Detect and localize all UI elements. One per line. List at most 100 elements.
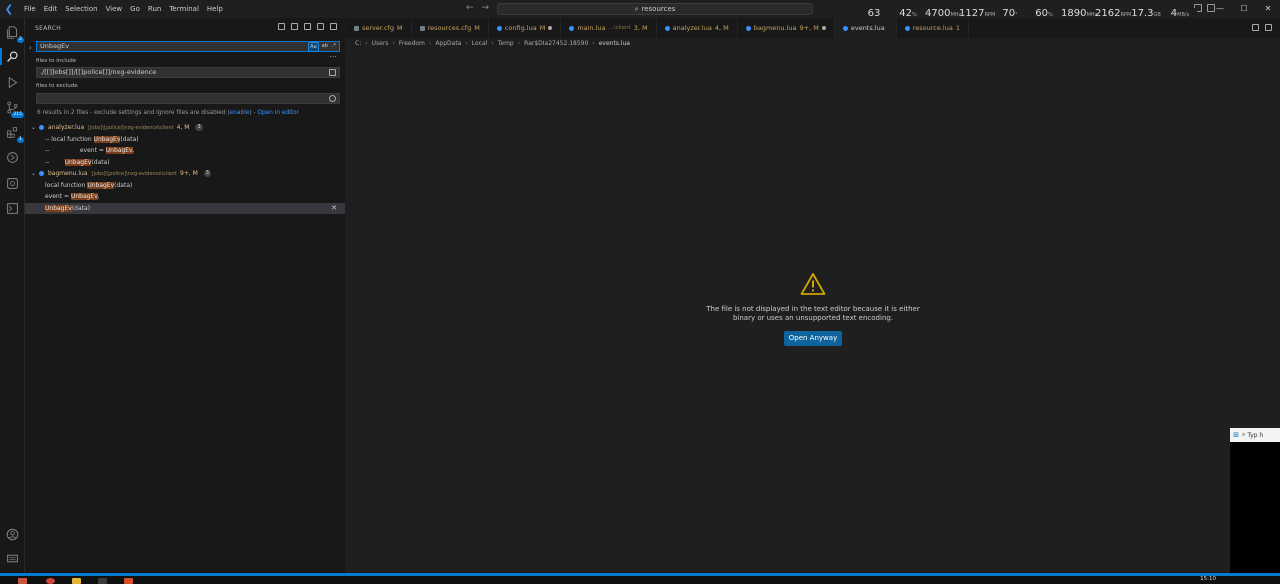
- source-control-icon[interactable]: 215: [4, 99, 24, 118]
- taskbar-app-icon[interactable]: [18, 578, 27, 584]
- more-actions-icon[interactable]: [1265, 24, 1272, 31]
- menu-file[interactable]: File: [20, 5, 40, 13]
- regex-toggle[interactable]: .*: [331, 42, 337, 52]
- dismiss-result-close-icon[interactable]: ✕: [331, 204, 337, 212]
- only-open-editors-icon[interactable]: [329, 69, 336, 76]
- dirty-indicator-icon[interactable]: [821, 26, 826, 30]
- forward-arrow-icon[interactable]: →: [482, 3, 490, 13]
- remote-explorer-icon[interactable]: [4, 175, 21, 192]
- result-file-status: 9+, M: [179, 170, 198, 178]
- chevron-down-icon[interactable]: ⌄: [31, 124, 39, 131]
- taskbar-clock: 15:10: [1200, 576, 1216, 582]
- close-icon[interactable]: ✕: [1256, 0, 1280, 18]
- use-exclude-settings-icon[interactable]: [329, 95, 336, 102]
- back-arrow-icon[interactable]: ←: [466, 3, 474, 13]
- tab-analyzer-lua[interactable]: analyzer.lua 4, M: [657, 18, 738, 38]
- editor-tabs: server.cfg M resources.cfg M config.lua M m…: [346, 18, 1280, 38]
- result-match-row[interactable]: -- UnbagEv (data): [25, 157, 345, 169]
- view-as-tree-icon[interactable]: [317, 23, 324, 30]
- windows-logo-icon: ⊞: [1233, 431, 1239, 439]
- result-match-row[interactable]: -- event = UnbagEv,: [25, 145, 345, 157]
- search-input[interactable]: UnbagEv Aa ab .*: [36, 41, 340, 52]
- manage-gear-icon[interactable]: [4, 550, 21, 567]
- tab-server-cfg[interactable]: server.cfg M: [346, 18, 412, 38]
- open-anyway-button[interactable]: Open Anyway: [784, 331, 842, 346]
- taskbar-app-icon[interactable]: [124, 578, 133, 584]
- minimize-icon[interactable]: —: [1208, 0, 1232, 18]
- enable-link[interactable]: enable: [230, 110, 250, 116]
- tab-label: bagmenu.lua: [753, 24, 797, 32]
- tab-label: resource.lua: [912, 24, 953, 32]
- breadcrumb-item[interactable]: Freedom: [399, 40, 425, 47]
- split-editor-icon[interactable]: [1252, 24, 1259, 31]
- tab-status: 9+, M: [799, 24, 819, 32]
- tab-main-lua[interactable]: main.lua ...\client 3, M: [561, 18, 657, 38]
- result-match-row[interactable]: -- local function UnbagEv (data): [25, 134, 345, 146]
- tab-resources-cfg[interactable]: resources.cfg M: [412, 18, 489, 38]
- dirty-indicator-icon[interactable]: [548, 26, 553, 30]
- extensions-icon[interactable]: 1: [4, 124, 24, 143]
- menu-selection[interactable]: Selection: [61, 5, 101, 13]
- breadcrumb-item[interactable]: Temp: [498, 40, 514, 47]
- tab-resource-lua[interactable]: resource.lua 1: [897, 18, 969, 38]
- tab-label: resources.cfg: [427, 24, 472, 32]
- menu-run[interactable]: Run: [144, 5, 165, 13]
- command-center[interactable]: ⌕ resources: [497, 3, 813, 15]
- result-count-badge: 3: [195, 124, 203, 132]
- terminal-view-icon[interactable]: [4, 200, 21, 217]
- new-search-editor-icon[interactable]: [304, 23, 311, 30]
- source-control-badge: 215: [11, 112, 24, 118]
- match-highlight: UnbagEv: [93, 135, 121, 143]
- menu-terminal[interactable]: Terminal: [165, 5, 203, 13]
- taskbar-app-icon[interactable]: [72, 578, 81, 584]
- account-icon[interactable]: [4, 526, 21, 543]
- breadcrumb-item[interactable]: C:: [355, 40, 361, 47]
- menu-view[interactable]: View: [102, 5, 127, 13]
- tab-bagmenu-lua[interactable]: bagmenu.lua 9+, M: [738, 18, 835, 38]
- breadcrumb-item[interactable]: AppData: [435, 40, 461, 47]
- editor-actions: [1252, 24, 1272, 31]
- more-options-icon[interactable]: ⋯: [329, 52, 337, 61]
- whole-word-toggle[interactable]: ab: [321, 42, 329, 52]
- tab-config-lua[interactable]: config.lua M: [489, 18, 562, 38]
- breadcrumb-item[interactable]: events.lua: [599, 40, 630, 47]
- match-suffix: (data): [114, 181, 133, 189]
- menu-edit[interactable]: Edit: [40, 5, 62, 13]
- search-view-icon[interactable]: [0, 48, 21, 65]
- match-highlight: UnbagEv: [70, 193, 98, 201]
- result-file-status: 4, M: [176, 124, 190, 132]
- match-prefix: event =: [45, 193, 71, 201]
- files-exclude-input[interactable]: [36, 93, 340, 104]
- match-suffix: ,: [97, 193, 100, 201]
- taskbar-browser-icon[interactable]: [46, 578, 55, 584]
- run-debug-icon[interactable]: [4, 74, 21, 91]
- result-file-row[interactable]: ⌄ bagmenu.lua [jobs]\[police]\nxg-eviden…: [25, 168, 345, 180]
- match-case-toggle[interactable]: Aa: [308, 42, 319, 52]
- breadcrumb-item[interactable]: Local: [472, 40, 488, 47]
- timeline-icon[interactable]: [4, 149, 21, 166]
- menu-go[interactable]: Go: [126, 5, 144, 13]
- clear-results-icon[interactable]: [291, 23, 298, 30]
- chevron-down-icon[interactable]: ⌄: [31, 170, 39, 177]
- menu-help[interactable]: Help: [203, 5, 227, 13]
- breadcrumb-item[interactable]: Users: [372, 40, 389, 47]
- chevron-right-icon: ›: [365, 40, 368, 47]
- result-match-row[interactable]: local function UnbagEv (data): [25, 180, 345, 192]
- taskbar-app-icon[interactable]: [98, 578, 107, 584]
- result-match-row-selected[interactable]: UnbagEv (data) ✕: [25, 202, 345, 214]
- windows-search-box[interactable]: ⊞ ⌕ Typ h: [1230, 428, 1280, 442]
- result-match-row[interactable]: event = UnbagEv,: [25, 191, 345, 203]
- tab-status: 3, M: [633, 24, 648, 32]
- toggle-replace-chevron-icon[interactable]: ›: [29, 44, 32, 52]
- collapse-all-icon[interactable]: [330, 23, 337, 30]
- open-in-editor-link[interactable]: Open in editor: [257, 110, 299, 116]
- tab-events-lua[interactable]: events.lua: [834, 18, 897, 38]
- refresh-icon[interactable]: [278, 23, 285, 30]
- files-include-input[interactable]: ./[[]]obs[]]/[[]police[]]/nxg-evidence: [36, 67, 340, 78]
- search-results-tree: ⌄ analyzer.lua [jobs]\[police]\nxg-evide…: [25, 122, 345, 214]
- explorer-icon[interactable]: 2: [4, 24, 24, 43]
- breadcrumb-item[interactable]: Rar$DIa27452.18590: [524, 40, 588, 47]
- maximize-icon[interactable]: ☐: [1232, 0, 1256, 18]
- result-file-row[interactable]: ⌄ analyzer.lua [jobs]\[police]\nxg-evide…: [25, 122, 345, 134]
- command-center-label: resources: [641, 5, 676, 13]
